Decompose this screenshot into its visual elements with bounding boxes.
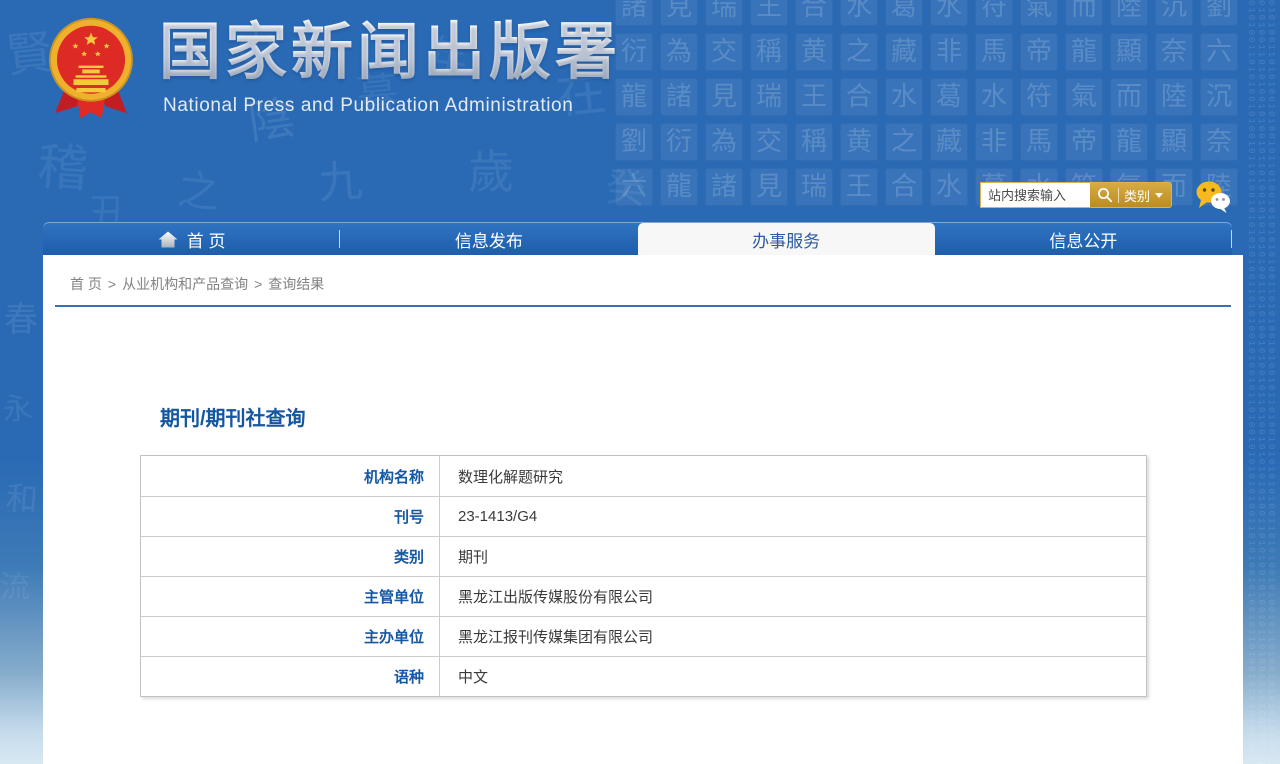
- site-subtitle: National Press and Publication Administr…: [159, 95, 621, 117]
- search-input[interactable]: [980, 182, 1090, 208]
- category-dropdown[interactable]: 类别: [1124, 186, 1150, 205]
- search-controls: 类别: [1090, 182, 1172, 208]
- site-header: 国家新闻出版署 National Press and Publication A…: [0, 0, 1280, 222]
- nav-item-info-disclosure[interactable]: 信息公开: [935, 223, 1232, 255]
- wechat-icon[interactable]: [1194, 178, 1232, 216]
- nav-label: 信息发布: [455, 227, 523, 252]
- row-label: 类别: [141, 537, 440, 576]
- row-value: 黑龙江出版传媒股份有限公司: [440, 577, 1146, 616]
- row-label: 语种: [141, 657, 440, 696]
- breadcrumb-section-link[interactable]: 从业机构和产品查询: [122, 276, 248, 292]
- table-row: 刊号 23-1413/G4: [141, 496, 1146, 536]
- home-icon: [158, 231, 178, 248]
- calligraphy-char: 永: [0, 383, 34, 430]
- breadcrumb-home-link[interactable]: 首 页: [70, 276, 102, 292]
- breadcrumb-separator: >: [254, 276, 262, 292]
- page-title: 期刊/期刊社查询: [160, 402, 306, 431]
- calligraphy-char: 流: [0, 562, 30, 606]
- site-brand[interactable]: 国家新闻出版署 National Press and Publication A…: [159, 14, 621, 117]
- table-row: 主管单位 黑龙江出版传媒股份有限公司: [141, 576, 1146, 616]
- row-value: 数理化解题研究: [440, 456, 1146, 496]
- nav-item-home[interactable]: 首 页: [43, 223, 340, 255]
- records-table: 机构名称 数理化解题研究 刊号 23-1413/G4 类别 期刊 主管单位 黑龙…: [140, 455, 1147, 697]
- breadcrumb: 首 页 > 从业机构和产品查询 > 查询结果: [55, 255, 1231, 307]
- national-emblem-icon[interactable]: [47, 15, 135, 122]
- search-button[interactable]: [1097, 187, 1113, 203]
- divider: [1118, 188, 1119, 203]
- site-title: 国家新闻出版署: [159, 14, 621, 92]
- site-search: 类别: [980, 182, 1172, 208]
- content-panel: 首 页 > 从业机构和产品查询 > 查询结果 期刊/期刊社查询 机构名称 数理化解题研究…: [43, 255, 1243, 764]
- search-icon: [1097, 187, 1113, 203]
- row-value: 期刊: [440, 537, 1146, 576]
- nav-item-services[interactable]: 办事服务: [638, 223, 935, 255]
- nav-item-info-release[interactable]: 信息发布: [340, 223, 637, 255]
- row-label: 刊号: [141, 497, 440, 536]
- row-label: 主办单位: [141, 617, 440, 656]
- row-value: 黑龙江报刊传媒集团有限公司: [440, 617, 1146, 656]
- nav-label: 信息公开: [1049, 227, 1117, 252]
- breadcrumb-separator: >: [108, 276, 116, 292]
- main-nav: 首 页 信息发布 办事服务 信息公开: [43, 222, 1232, 255]
- row-value: 23-1413/G4: [440, 497, 1146, 536]
- calligraphy-char: 和: [4, 473, 39, 521]
- nav-label: 办事服务: [752, 227, 820, 252]
- row-label: 主管单位: [141, 577, 440, 616]
- calligraphy-char: 春: [4, 292, 38, 341]
- table-row: 机构名称 数理化解题研究: [141, 456, 1146, 496]
- chevron-down-icon[interactable]: [1155, 193, 1163, 198]
- page: 賢稽山陰之九年歲在癸丑暮春永和流 諸見瑞王合水葛水符氣而陸沉劉衍為交稱黄之藏非馬…: [0, 0, 1280, 764]
- row-value: 中文: [440, 657, 1146, 696]
- nav-label: 首 页: [187, 227, 226, 252]
- breadcrumb-current: 查询结果: [268, 276, 324, 292]
- table-row: 类别 期刊: [141, 536, 1146, 576]
- table-row: 语种 中文: [141, 656, 1146, 696]
- row-label: 机构名称: [141, 456, 440, 496]
- table-row: 主办单位 黑龙江报刊传媒集团有限公司: [141, 616, 1146, 656]
